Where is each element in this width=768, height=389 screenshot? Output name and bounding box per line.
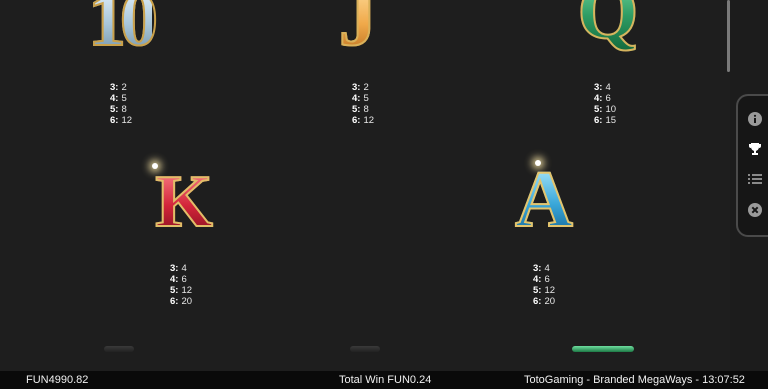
paytable-area[interactable]: 10 3: 2 4: 5 5: 8 6: 12 J 3: 2 4: 5 5: 8 6: 12 Q…: [0, 0, 730, 371]
list-icon: [748, 174, 762, 184]
game-info-display: TotoGaming - Branded MegaWays - 13:07:52: [524, 374, 745, 386]
symbol-q: Q: [528, 0, 688, 52]
payout-row: 5: 12: [533, 285, 556, 296]
symbol-j: J: [278, 0, 438, 59]
info-icon: [748, 112, 762, 126]
status-bar: FUN4990.82 Total Win FUN0.24 TotoGaming …: [0, 371, 768, 389]
payout-list-ten: 3: 2 4: 5 5: 8 6: 12: [110, 82, 132, 126]
symbol-j-glyph: J: [338, 0, 378, 59]
partial-symbol-center: [350, 346, 380, 352]
total-win-display: Total Win FUN0.24: [339, 374, 432, 386]
payout-row: 4: 6: [170, 274, 187, 285]
side-menu-panel: [736, 94, 768, 237]
payout-list-a: 3: 4 4: 6 5: 12 6: 20: [533, 263, 555, 307]
paytable-button[interactable]: [744, 138, 766, 160]
rules-button[interactable]: [744, 168, 766, 190]
payout-row: 6: 20: [170, 296, 193, 307]
scrollbar-thumb[interactable]: [727, 0, 730, 72]
payout-row: 3: 4: [533, 263, 550, 274]
close-icon: [748, 203, 762, 217]
payout-row: 5: 12: [170, 285, 193, 296]
payout-row: 5: 8: [352, 104, 369, 115]
partial-symbol-right: [572, 346, 634, 352]
payout-row: 4: 5: [352, 93, 369, 104]
symbol-k: K: [104, 164, 264, 240]
close-button[interactable]: [744, 199, 766, 221]
symbol-q-glyph: Q: [577, 0, 640, 52]
symbol-a-glyph: A: [514, 156, 574, 244]
payout-row: 5: 10: [594, 104, 617, 115]
payout-list-q: 3: 4 4: 6 5: 10 6: 15: [594, 82, 616, 126]
payout-row: 3: 4: [170, 263, 187, 274]
symbol-ten-glyph: 10: [87, 0, 159, 59]
payout-row: 6: 12: [110, 115, 133, 126]
symbol-ten: 10: [40, 0, 200, 59]
symbol-k-glyph: K: [154, 161, 214, 243]
payout-list-j: 3: 2 4: 5 5: 8 6: 12: [352, 82, 374, 126]
payout-row: 4: 6: [594, 93, 611, 104]
partial-symbol-left: [104, 346, 134, 352]
payout-row: 6: 20: [533, 296, 556, 307]
payout-row: 3: 2: [110, 82, 127, 93]
balance-display: FUN4990.82: [26, 374, 89, 386]
payout-row: 6: 12: [352, 115, 375, 126]
trophy-icon: [749, 143, 761, 155]
payout-row: 6: 15: [594, 115, 617, 126]
payout-list-k: 3: 4 4: 6 5: 12 6: 20: [170, 263, 192, 307]
sparkle-effect: [535, 160, 541, 166]
sparkle-effect: [152, 163, 158, 169]
symbol-a: A: [464, 156, 624, 244]
payout-row: 3: 4: [594, 82, 611, 93]
payout-row: 4: 5: [110, 93, 127, 104]
payout-row: 3: 2: [352, 82, 369, 93]
payout-row: 5: 8: [110, 104, 127, 115]
info-button[interactable]: [744, 108, 766, 130]
payout-row: 4: 6: [533, 274, 550, 285]
